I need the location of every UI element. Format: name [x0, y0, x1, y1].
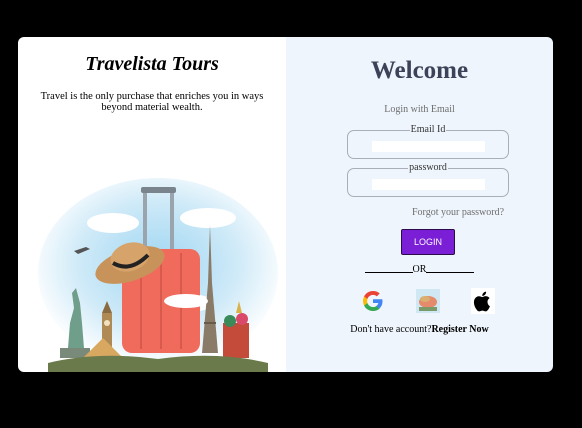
forgot-password-link[interactable]: Forgot your password?: [412, 207, 504, 218]
password-input[interactable]: [372, 179, 485, 190]
email-input[interactable]: [372, 141, 485, 152]
divider-line-right: [426, 272, 475, 273]
photo-login-button[interactable]: [415, 288, 441, 314]
brand-tagline: Travel is the only purchase that enriche…: [40, 91, 264, 113]
brand-title: Travelista Tours: [85, 53, 219, 75]
divider-line-left: [364, 272, 413, 273]
travel-illustration: [38, 178, 278, 372]
photo-icon: [416, 289, 440, 313]
or-text: OR: [412, 264, 427, 275]
or-divider: OR: [286, 264, 553, 275]
apple-login-button[interactable]: [470, 288, 496, 314]
apple-icon: [471, 288, 495, 314]
register-prompt: Don't have account?Register Now: [286, 324, 553, 335]
google-icon: [363, 291, 383, 311]
login-button[interactable]: LOGIN: [401, 229, 455, 255]
password-field-label: password: [408, 162, 448, 173]
password-field: password: [347, 162, 509, 197]
register-prompt-text: Don't have account?: [350, 324, 432, 335]
login-panel: Welcome Login with Email Email Id passwo…: [286, 37, 553, 372]
google-login-button[interactable]: [360, 288, 386, 314]
welcome-heading: Welcome: [370, 57, 469, 84]
register-now-link[interactable]: Register Now: [431, 324, 488, 335]
brand-panel: Travelista Tours Travel is the only purc…: [18, 37, 286, 372]
login-card: Travelista Tours Travel is the only purc…: [18, 37, 553, 372]
login-with-email-label: Login with Email: [384, 104, 455, 115]
email-field-label: Email Id: [409, 124, 447, 135]
email-field: Email Id: [347, 124, 509, 159]
